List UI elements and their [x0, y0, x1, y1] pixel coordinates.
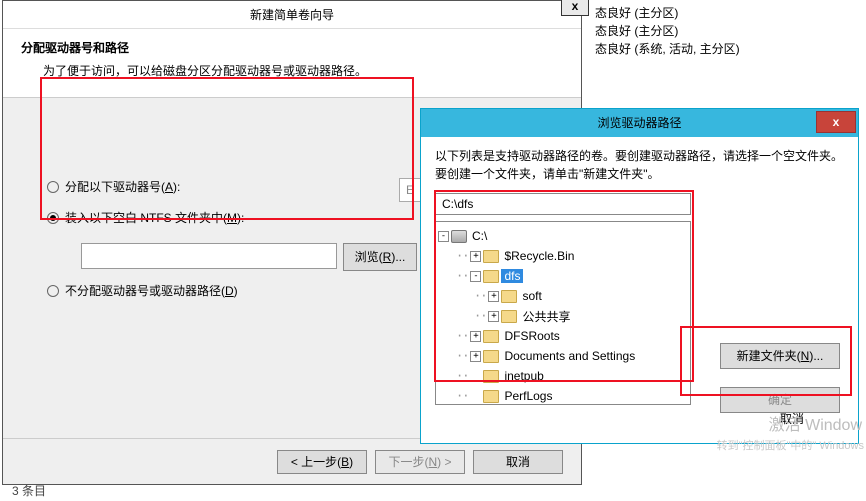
- folder-icon: [483, 350, 499, 363]
- expand-icon[interactable]: +: [470, 251, 481, 262]
- tree-item[interactable]: ··+soft: [438, 286, 688, 306]
- dialog-title: 浏览驱动器路径: [597, 116, 681, 130]
- expand-icon[interactable]: +: [470, 351, 481, 362]
- wizard-footer: < 上一步(B) 下一步(N) > 取消: [3, 438, 581, 484]
- tree-item[interactable]: ··+公共共享: [438, 306, 688, 326]
- opt-mount-folder[interactable]: 装入以下空白 NTFS 文件夹中(M):: [47, 209, 419, 226]
- mount-path-input[interactable]: [81, 243, 337, 269]
- radio-icon: [47, 212, 59, 224]
- wizard-cancel-button[interactable]: 取消: [473, 450, 563, 474]
- opt-no-assign[interactable]: 不分配驱动器号或驱动器路径(D): [47, 282, 419, 299]
- dialog-close-button[interactable]: x: [816, 111, 856, 133]
- folder-icon: [483, 250, 499, 263]
- dialog-title-bar: 浏览驱动器路径 x: [421, 109, 858, 137]
- collapse-icon[interactable]: -: [470, 271, 481, 282]
- wizard-close-button[interactable]: x: [561, 0, 589, 16]
- windows-watermark-sub: 转到"控制面板"中的" Windows: [717, 437, 864, 453]
- collapse-icon[interactable]: -: [438, 231, 449, 242]
- status-count: 3 条目: [12, 482, 46, 499]
- wizard-step-title: 分配驱动器号和路径: [21, 39, 563, 56]
- wizard-header: 分配驱动器号和路径 为了便于访问，可以给磁盘分区分配驱动器号或驱动器路径。: [3, 29, 581, 98]
- tree-item-label: dfs: [501, 269, 523, 283]
- tree-item[interactable]: ··+$Recycle.Bin: [438, 246, 688, 266]
- folder-icon: [483, 270, 499, 283]
- expand-icon[interactable]: +: [470, 331, 481, 342]
- folder-tree[interactable]: - C:\ ··+$Recycle.Bin··-dfs··+soft··+公共共…: [435, 221, 691, 405]
- new-folder-button[interactable]: 新建文件夹(N)...: [720, 343, 840, 369]
- tree-item-label: inetpub: [501, 369, 546, 383]
- tree-item-label: Documents and Settings: [501, 349, 638, 363]
- back-button[interactable]: < 上一步(B): [277, 450, 367, 474]
- folder-icon: [501, 310, 517, 323]
- drive-icon: [451, 230, 467, 243]
- bg-partition-status: 态良好 (主分区) 态良好 (主分区) 态良好 (系统, 活动, 主分区): [595, 4, 740, 58]
- selected-path-field[interactable]: C:\dfs: [435, 193, 691, 215]
- folder-icon: [483, 330, 499, 343]
- expand-icon[interactable]: +: [488, 291, 499, 302]
- wizard-step-desc: 为了便于访问，可以给磁盘分区分配驱动器号或驱动器路径。: [43, 62, 563, 79]
- windows-watermark: 激活 Window: [769, 411, 862, 435]
- next-button[interactable]: 下一步(N) >: [375, 450, 465, 474]
- tree-item-label: DFSRoots: [501, 329, 562, 343]
- tree-item[interactable]: ··-dfs: [438, 266, 688, 286]
- tree-item[interactable]: ··+Documents and Settings: [438, 346, 688, 366]
- tree-item-label: soft: [519, 289, 544, 303]
- expand-icon[interactable]: +: [488, 311, 499, 322]
- dialog-desc: 以下列表是支持驱动器路径的卷。要创建驱动器路径，请选择一个空文件夹。要创建一个文…: [435, 147, 844, 183]
- tree-item-label: 公共共享: [519, 308, 573, 325]
- tree-item[interactable]: ··+DFSRoots: [438, 326, 688, 346]
- folder-icon: [483, 370, 499, 383]
- wizard-title: 新建简单卷向导: [250, 8, 334, 22]
- browse-button[interactable]: 浏览(R)...: [343, 243, 417, 271]
- tree-item-label: $Recycle.Bin: [501, 249, 577, 263]
- opt-assign-letter[interactable]: 分配以下驱动器号(A):: [47, 178, 419, 195]
- tree-item[interactable]: ··inetpub: [438, 366, 688, 386]
- tree-root[interactable]: - C:\: [438, 226, 688, 246]
- wizard-title-bar: 新建简单卷向导 x: [3, 1, 581, 29]
- folder-icon: [483, 390, 499, 403]
- browse-path-dialog: 浏览驱动器路径 x 以下列表是支持驱动器路径的卷。要创建驱动器路径，请选择一个空…: [420, 108, 859, 444]
- folder-icon: [501, 290, 517, 303]
- radio-icon: [47, 285, 59, 297]
- tree-item[interactable]: ··PerfLogs: [438, 386, 688, 405]
- radio-icon: [47, 181, 59, 193]
- tree-item-label: PerfLogs: [501, 389, 555, 403]
